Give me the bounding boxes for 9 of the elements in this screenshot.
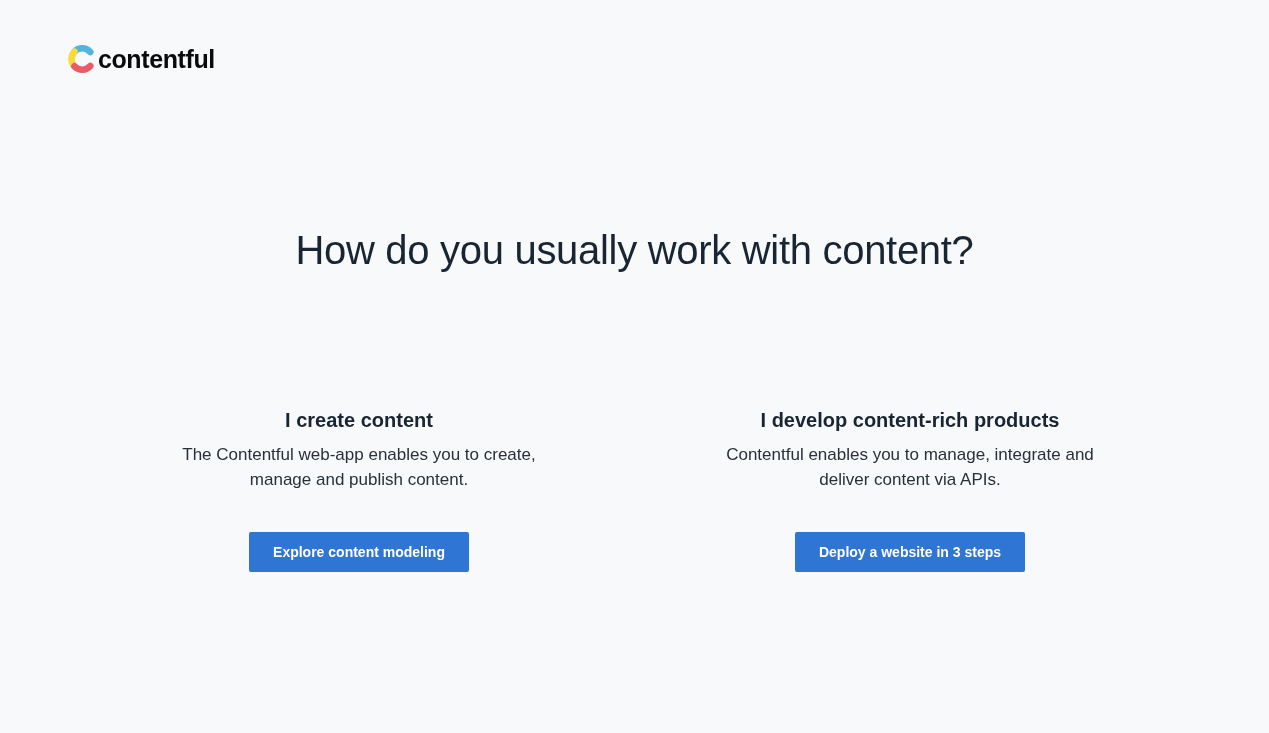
logo-icon bbox=[65, 43, 95, 75]
option-button[interactable]: Deploy a website in 3 steps bbox=[794, 532, 1026, 572]
page-heading: How do you usually work with content? bbox=[294, 227, 975, 274]
option-title: I develop content-rich products bbox=[760, 408, 1060, 432]
option-title: I create content bbox=[285, 408, 433, 432]
option-description: The Contentful web-app enables you to create, manage and publish content. bbox=[181, 444, 537, 491]
option-description: Contentful enables you to manage, integrate and deliver content via APIs. bbox=[725, 444, 1095, 491]
logo-wordmark: contentful bbox=[98, 44, 215, 75]
option-button[interactable]: Explore content modeling bbox=[249, 532, 469, 572]
